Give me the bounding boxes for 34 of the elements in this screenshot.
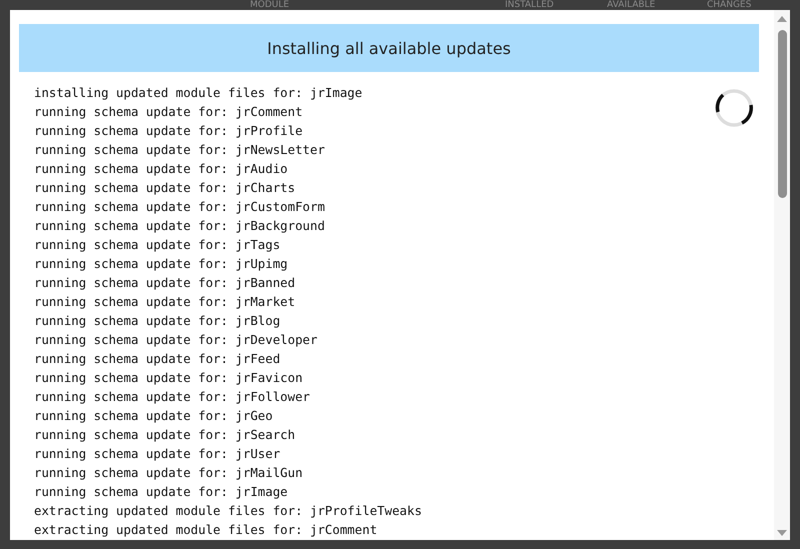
log-line: extracting updated module files for: jrComment [34, 521, 378, 539]
log-line: running schema update for: jrFeed [34, 350, 282, 368]
log-line: running schema update for: jrComment [34, 103, 304, 121]
log-line: extracting updated module files for: jrProfileTweaks [34, 502, 423, 520]
log-line: running schema update for: jrBlog [34, 312, 282, 330]
log-line: running schema update for: jrBackground [34, 217, 326, 235]
log-line: running schema update for: jrUpimg [34, 255, 289, 273]
log-line: running schema update for: jrSearch [34, 426, 296, 444]
log-line: running schema update for: jrCharts [34, 179, 296, 197]
log-line: installing updated module files for: jrImage [34, 84, 364, 102]
dialog-title: Installing all available updates [19, 24, 759, 72]
column-header: AVAILABLE [607, 0, 656, 10]
log-line: running schema update for: jrCustomForm [34, 198, 326, 216]
column-header: CHANGES [707, 0, 752, 10]
log-line: running schema update for: jrMarket [34, 293, 296, 311]
log-line: running schema update for: jrTags [34, 236, 282, 254]
log-line: running schema update for: jrMailGun [34, 464, 304, 482]
column-header: MODULE [250, 0, 290, 10]
log-line: running schema update for: jrNewsLetter [34, 141, 326, 159]
scrollbar[interactable] [774, 10, 790, 540]
scroll-down-icon[interactable] [777, 530, 787, 536]
scroll-up-icon[interactable] [777, 16, 787, 22]
log-line: running schema update for: jrFavicon [34, 369, 304, 387]
log-line: running schema update for: jrBanned [34, 274, 296, 292]
loading-spinner-icon [714, 88, 754, 128]
log-line: running schema update for: jrAudio [34, 160, 289, 178]
log-line: running schema update for: jrFollower [34, 388, 312, 406]
log-line: running schema update for: jrDeveloper [34, 331, 318, 349]
log-line: running schema update for: jrImage [34, 483, 289, 501]
log-line: running schema update for: jrProfile [34, 122, 304, 140]
log-line: running schema update for: jrGeo [34, 407, 274, 425]
scrollbar-thumb[interactable] [778, 30, 786, 198]
column-header: INSTALLED [505, 0, 554, 10]
log-line: running schema update for: jrUser [34, 445, 282, 463]
